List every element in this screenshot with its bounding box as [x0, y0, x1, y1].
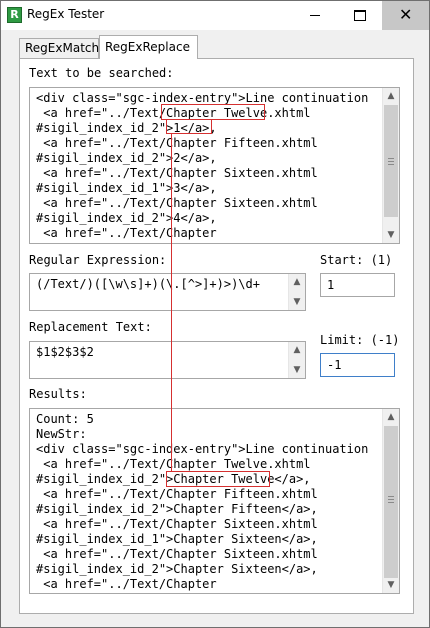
results-scrollbar[interactable]: ▲ ▼ — [382, 409, 399, 593]
results-text-content: Count: 5 NewStr: <div class="sgc-index-ent… — [36, 412, 368, 592]
replacement-value-wrap: $1$2$3$2 — [36, 345, 94, 360]
results-label: Results: — [29, 387, 87, 401]
regex-scrollbar[interactable]: ▲ ▼ — [288, 274, 305, 310]
search-text-line: <a href="../Text/Chapter Sixteen.xhtml — [36, 166, 318, 180]
replacement-label: Replacement Text: — [29, 320, 152, 334]
maximize-button[interactable] — [337, 1, 382, 30]
scroll-up-icon[interactable]: ▲ — [289, 342, 305, 358]
start-label: Start: (1) — [320, 253, 393, 267]
search-text-line: #sigil_index_id_1">3</a>, — [36, 181, 217, 195]
result-text-line: Count: 5 — [36, 412, 94, 426]
grip-line — [388, 161, 394, 162]
result-text-line: <a href="../Text/Chapter Sixteen.xhtml — [36, 517, 318, 531]
tab-regexmatch[interactable]: RegExMatch — [19, 38, 99, 58]
highlight-chapter-twelve-result — [166, 471, 270, 487]
scroll-thumb[interactable] — [384, 426, 398, 578]
close-icon: ✕ — [399, 5, 413, 24]
scroll-down-icon[interactable]: ▼ — [289, 362, 305, 378]
annotation-connector-line — [171, 134, 172, 471]
scroll-up-icon[interactable]: ▲ — [383, 409, 399, 425]
result-text-line: NewStr: — [36, 427, 87, 441]
scroll-thumb[interactable] — [384, 105, 398, 217]
app-icon: R — [7, 7, 22, 23]
scroll-down-icon[interactable]: ▼ — [383, 577, 399, 593]
search-scrollbar[interactable]: ▲ ▼ — [382, 88, 399, 243]
result-text-line: #sigil_index_id_2">Chapter Sixteen</a>, — [36, 562, 318, 576]
result-text-line: <a href="../Text/Chapter Sixteen.xhtml — [36, 547, 318, 561]
grip-line — [388, 164, 394, 165]
grip-line — [388, 496, 394, 497]
search-text-line: <a href="../Text/Chapter Fifteen.xhtml — [36, 136, 318, 150]
limit-label: Limit: (-1) — [320, 333, 400, 347]
search-text-line: <a href="../Text/Chapter Sixteen.xhtml — [36, 196, 318, 210]
highlight-chapter-twelve-source — [161, 104, 265, 120]
result-text-line: #sigil_index_id_2">Chapter Fifteen</a>, — [36, 502, 318, 516]
result-text-line: <a href="../Text/Chapter Fifteen.xhtml — [36, 487, 318, 501]
replacement-value: $1$2$3$2 — [36, 345, 94, 359]
results-textarea[interactable]: Count: 5 NewStr: <div class="sgc-index-ent… — [29, 408, 400, 594]
limit-input[interactable]: -1 — [320, 353, 395, 377]
grip-line — [388, 502, 394, 503]
limit-value: -1 — [327, 358, 342, 372]
start-input[interactable]: 1 — [320, 273, 395, 297]
scroll-up-icon[interactable]: ▲ — [383, 88, 399, 104]
search-text-line: #sigil_index_id_2">2</a>, — [36, 151, 217, 165]
close-button[interactable]: ✕ — [382, 1, 429, 30]
result-text-line: #sigil_index_id_1">Chapter Sixteen</a>, — [36, 532, 318, 546]
replacement-scrollbar[interactable]: ▲ ▼ — [288, 342, 305, 378]
regex-value: (/Text/)([\w\s]+)(\.[^>]+)>)\d+ — [36, 277, 260, 292]
regex-tester-window: R RegEx Tester ✕ RegExMatch RegExReplace… — [0, 0, 430, 628]
highlight-replaced-number — [166, 119, 212, 134]
start-value: 1 — [327, 278, 335, 292]
search-text-line: <a href="../Text/Chapter — [36, 226, 217, 240]
minimize-button[interactable] — [292, 1, 337, 30]
limit-value-wrap: -1 — [327, 358, 341, 373]
replacement-input[interactable]: $1$2$3$2 ▲ ▼ — [29, 341, 306, 379]
regex-label: Regular Expression: — [29, 253, 167, 267]
window-title: RegEx Tester — [27, 7, 105, 21]
minimize-icon — [310, 15, 320, 16]
result-text-line: <a href="../Text/Chapter Twelve.xhtml — [36, 457, 311, 471]
grip-line — [388, 499, 394, 500]
regex-value-line: (/Text/)([\w\s]+)(\.[^>]+)>)\d+ — [36, 277, 260, 291]
start-value-wrap: 1 — [327, 278, 334, 293]
result-text-line: <a href="../Text/Chapter — [36, 577, 217, 591]
title-bar[interactable]: R RegEx Tester ✕ — [1, 1, 429, 30]
result-text-line: <div class="sgc-index-entry">Line contin… — [36, 442, 369, 456]
maximize-icon — [354, 10, 366, 21]
scroll-up-icon[interactable]: ▲ — [289, 274, 305, 290]
regex-input[interactable]: (/Text/)([\w\s]+)(\.[^>]+)>)\d+ ▲ ▼ — [29, 273, 306, 311]
scroll-down-icon[interactable]: ▼ — [289, 294, 305, 310]
tab-regexreplace[interactable]: RegExReplace — [99, 35, 198, 59]
search-text-label: Text to be searched: — [29, 66, 174, 80]
scroll-down-icon[interactable]: ▼ — [383, 227, 399, 243]
search-text-line: #sigil_index_id_2">4</a>, — [36, 211, 217, 225]
grip-line — [388, 158, 394, 159]
